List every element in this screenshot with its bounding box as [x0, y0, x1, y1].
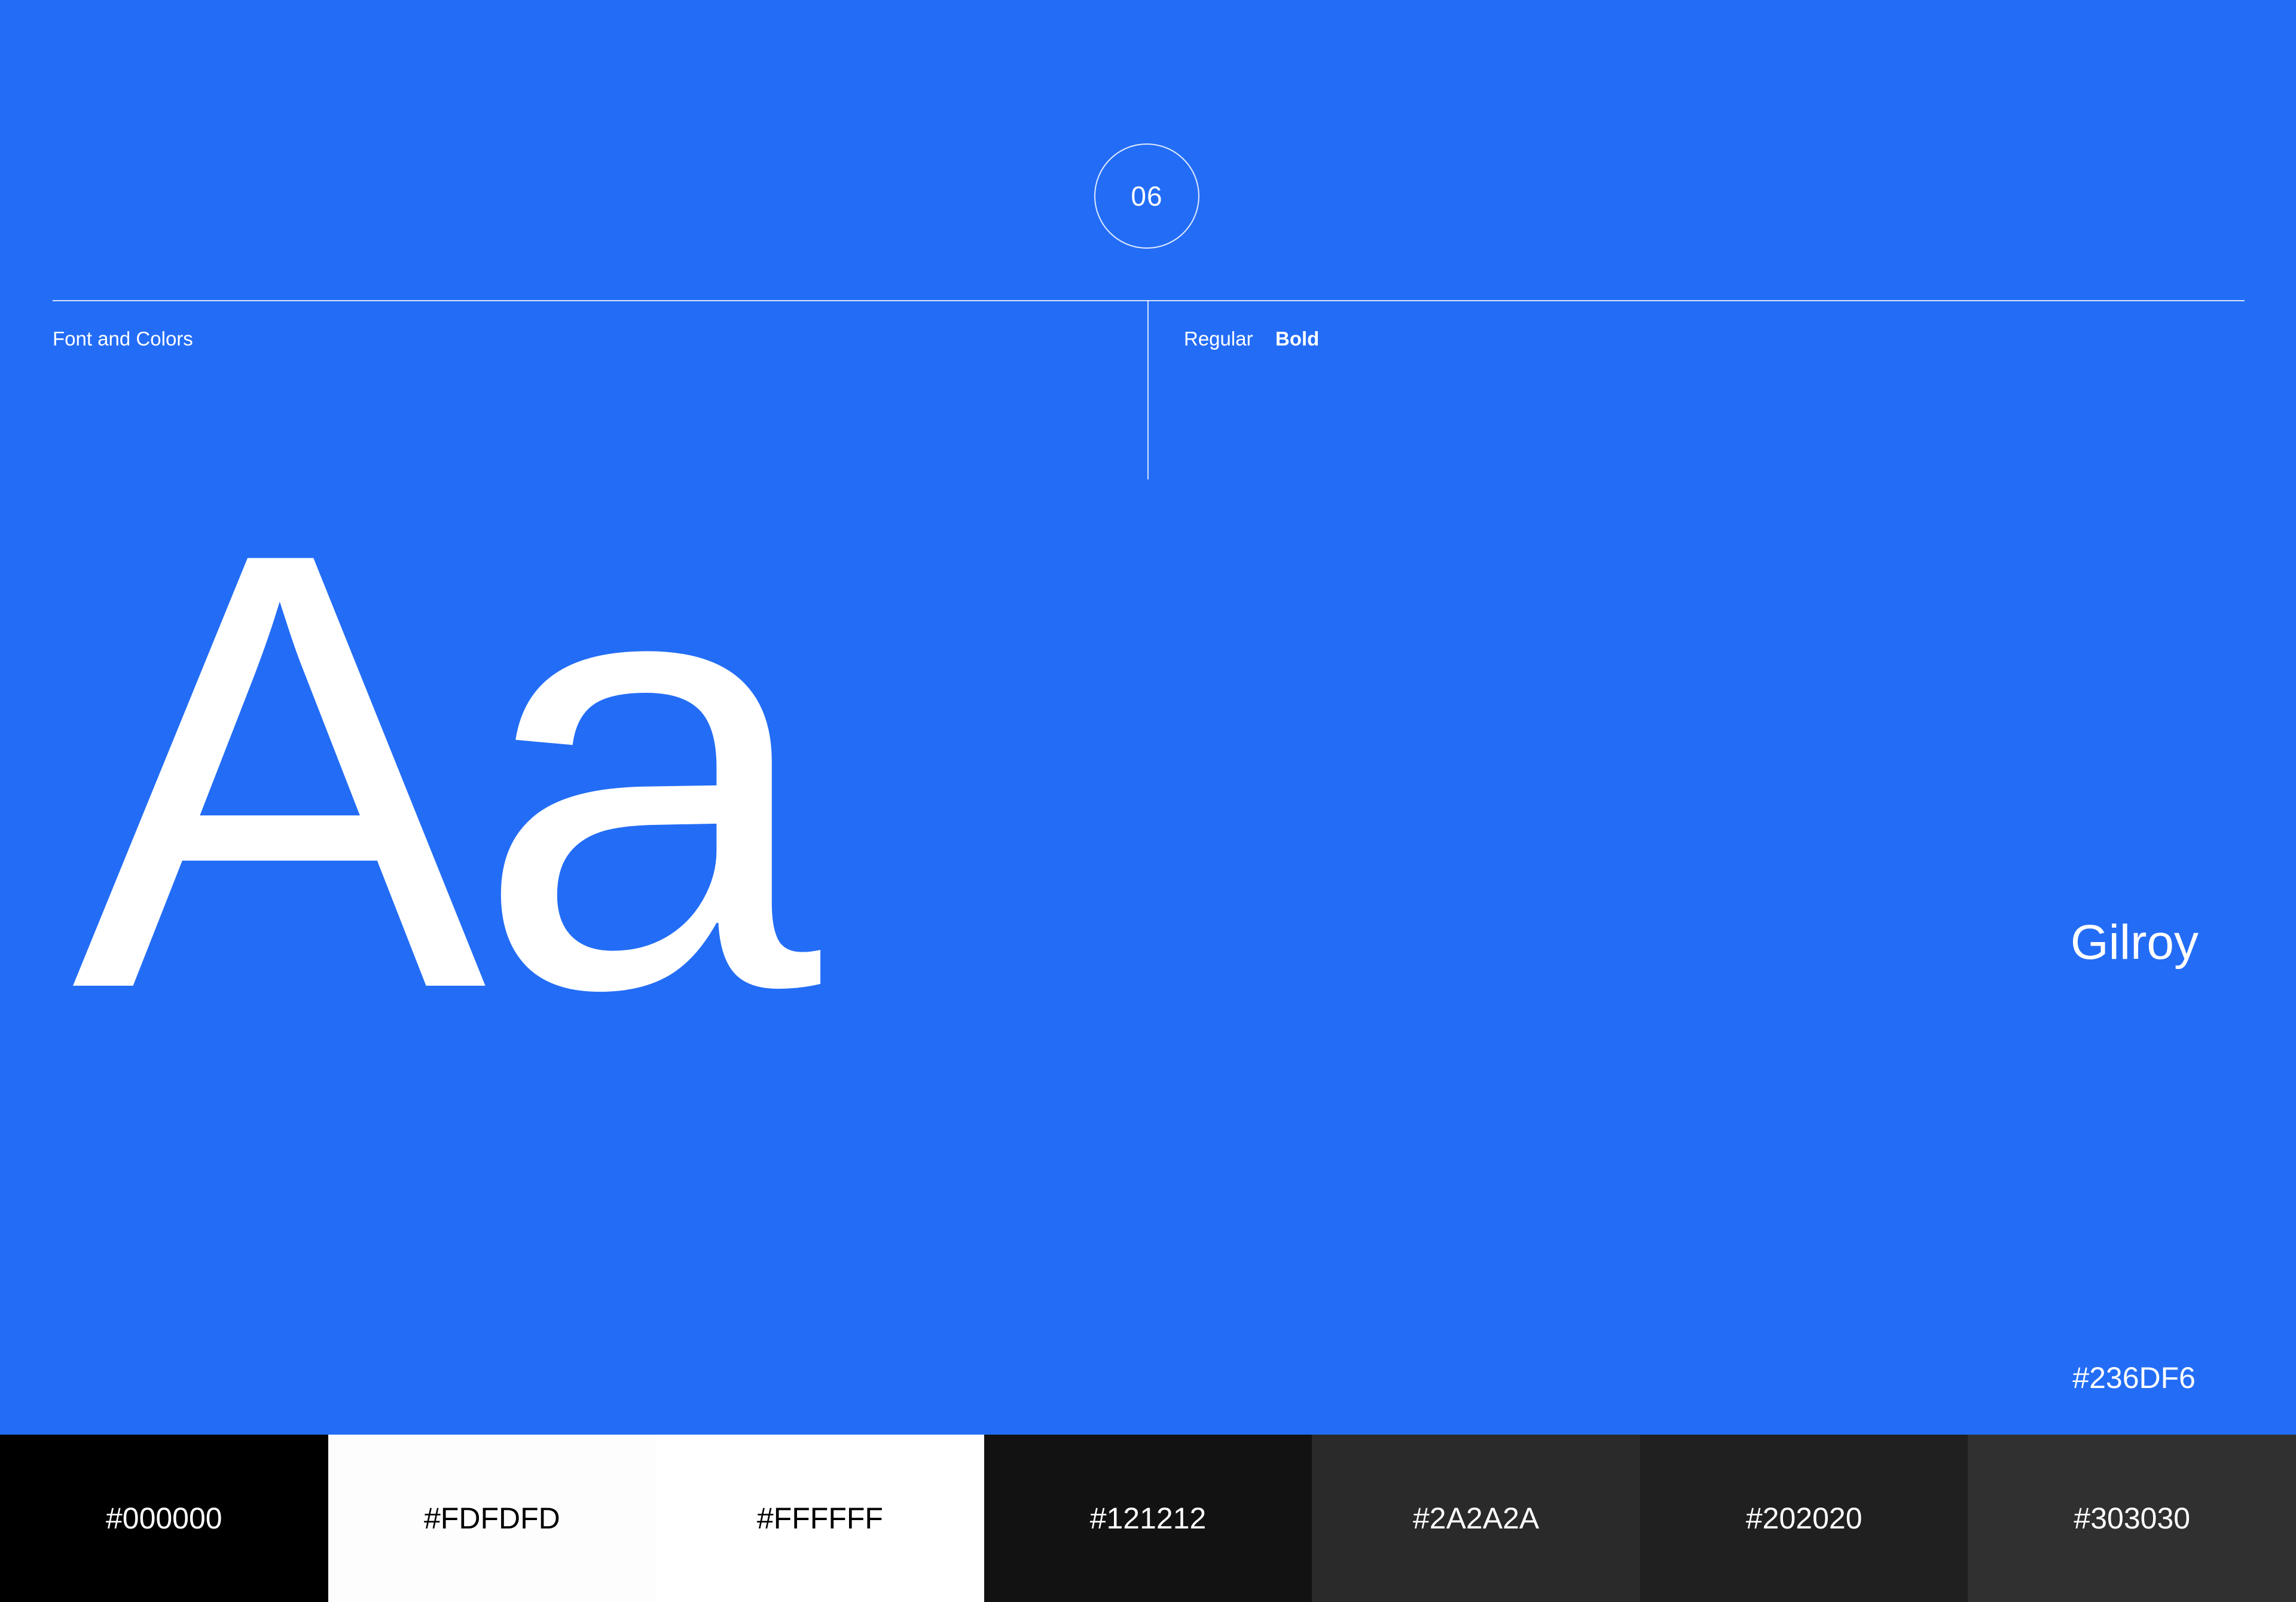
font-name: Gilroy: [2070, 915, 2199, 970]
color-swatch: #303030: [1968, 1435, 2296, 1602]
swatch-label: #2A2A2A: [1412, 1502, 1540, 1535]
color-swatch: #FDFDFD: [328, 1435, 657, 1602]
color-swatch: #121212: [984, 1435, 1312, 1602]
swatch-label: #202020: [1745, 1502, 1863, 1535]
swatch-label: #FDFDFD: [423, 1502, 560, 1535]
weight-bold-label: Bold: [1275, 328, 1320, 350]
color-swatch: #000000: [0, 1435, 328, 1602]
swatch-label: #FFFFFF: [756, 1502, 883, 1535]
color-swatch: #2A2A2A: [1312, 1435, 1640, 1602]
brand-guide-page: 06 Font and Colors Regular Bold Aa Gilro…: [0, 0, 2296, 1602]
page-number: 06: [1094, 143, 1199, 249]
font-specimen: Aa: [72, 424, 820, 1118]
weight-regular-label: Regular: [1184, 328, 1253, 350]
swatch-label: #000000: [105, 1502, 222, 1535]
color-swatch: #FFFFFF: [656, 1435, 984, 1602]
swatch-label: #303030: [2074, 1502, 2191, 1535]
primary-color-hex: #236DF6: [2072, 1361, 2196, 1395]
color-swatch: #202020: [1639, 1435, 1968, 1602]
horizontal-divider: [53, 300, 2245, 301]
swatch-label: #121212: [1089, 1502, 1207, 1535]
vertical-divider: [1147, 300, 1149, 479]
section-label: Font and Colors: [53, 328, 193, 350]
color-swatches: #000000 #FDFDFD #FFFFFF #121212 #2A2A2A …: [0, 1435, 2296, 1602]
